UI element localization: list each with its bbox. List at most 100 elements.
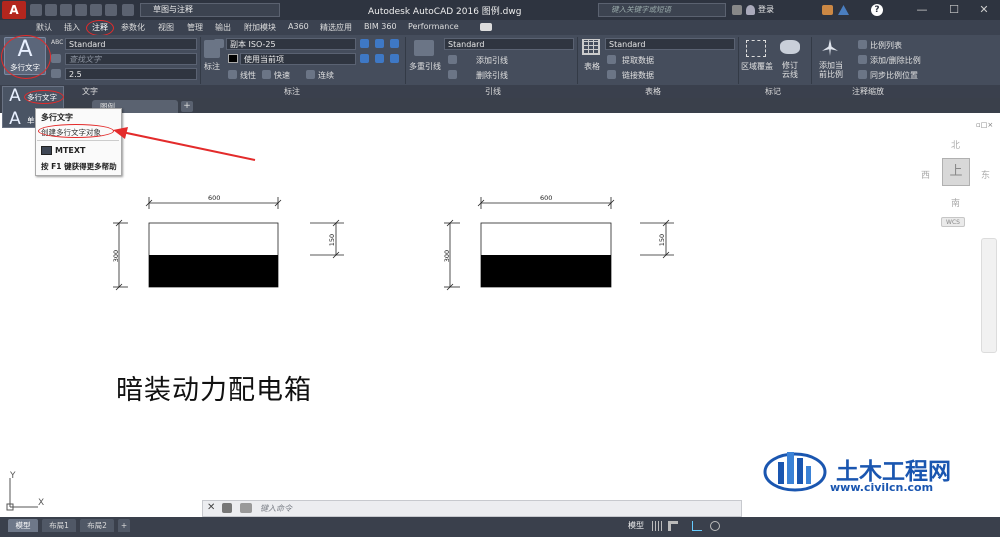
new-tab-button[interactable]: + — [181, 101, 193, 112]
multileader-button[interactable]: 多重引线 — [409, 61, 441, 72]
save-as-icon[interactable] — [75, 4, 87, 16]
link-data-button[interactable]: 链接数据 — [622, 70, 654, 81]
tab-layout1[interactable]: 布局1 — [42, 519, 76, 532]
add-remove-scale-icon — [858, 55, 867, 64]
dim-label-height: 300 — [443, 249, 452, 263]
panel-separator — [738, 37, 739, 84]
panel-title-leaders[interactable]: 引线 — [485, 86, 501, 97]
add-remove-scale-button[interactable]: 添加/删除比例 — [870, 55, 921, 66]
remove-leader-button[interactable]: 删除引线 — [476, 70, 508, 81]
dim-style-select[interactable]: 副本 ISO-25 — [226, 38, 356, 50]
ortho-icon[interactable] — [692, 521, 702, 531]
table-style-select[interactable]: Standard — [605, 38, 735, 50]
panel-title-text[interactable]: 文字 — [82, 86, 98, 97]
add-current-scale-button[interactable]: 添加当前比例 — [816, 61, 846, 79]
login-button[interactable]: 登录 — [758, 4, 774, 15]
model-space-button[interactable]: 模型 — [628, 520, 644, 531]
tab-view[interactable]: 视图 — [158, 22, 174, 33]
close-window-button[interactable]: ✕ — [966, 0, 1000, 20]
linear-button[interactable]: 线性 — [240, 70, 256, 81]
close-command-line-icon[interactable]: ✕ — [207, 502, 215, 513]
binoculars-icon[interactable] — [732, 5, 742, 15]
panel-title-markup[interactable]: 标记 — [765, 86, 781, 97]
viewport-window-controls-icon[interactable]: ▫□× — [976, 121, 996, 129]
add-layout-button[interactable]: + — [118, 519, 130, 532]
dim-label-width: 600 — [208, 194, 221, 202]
panel-title-tables[interactable]: 表格 — [645, 86, 661, 97]
exchange-icon[interactable] — [822, 5, 833, 15]
command-input[interactable]: 键入命令 — [260, 503, 292, 514]
user-icon — [746, 5, 755, 15]
workspace-select[interactable]: 草图与注释 — [140, 3, 280, 17]
search-input[interactable]: 键入关键字或短语 — [598, 3, 726, 17]
dim-tool-5-icon[interactable] — [375, 54, 384, 63]
undo-icon[interactable] — [105, 4, 117, 16]
status-bar — [0, 517, 1000, 537]
navigation-bar[interactable] — [981, 238, 997, 353]
tab-a360[interactable]: A360 — [288, 22, 309, 31]
sync-scale-button[interactable]: 同步比例位置 — [870, 70, 918, 81]
tab-addins[interactable]: 附加模块 — [244, 22, 276, 33]
dim-label-half-height: 150 — [658, 233, 667, 247]
new-file-icon[interactable] — [30, 4, 42, 16]
help-icon[interactable]: ? — [871, 4, 883, 16]
spell-check-icon[interactable] — [51, 54, 61, 63]
panel-separator — [577, 37, 578, 84]
tab-layout2[interactable]: 布局2 — [80, 519, 114, 532]
tab-performance[interactable]: Performance — [408, 22, 459, 31]
polar-icon[interactable] — [710, 521, 720, 531]
table-button[interactable]: 表格 — [584, 61, 600, 72]
redo-icon[interactable] — [122, 4, 134, 16]
dim-tool-4-icon[interactable] — [360, 54, 369, 63]
save-icon[interactable] — [60, 4, 72, 16]
recent-commands-icon[interactable] — [240, 503, 252, 513]
wipeout-button[interactable]: 区域覆盖 — [741, 61, 773, 72]
panel-title-dimensions[interactable]: 标注 — [284, 86, 300, 97]
revision-cloud-button[interactable]: 修订云线 — [782, 61, 798, 79]
multileader-icon[interactable] — [414, 40, 434, 56]
dim-tool-3-icon[interactable] — [390, 39, 399, 48]
quick-dim-button[interactable]: 快速 — [274, 70, 290, 81]
viewcube-south[interactable]: 南 — [951, 196, 960, 209]
viewcube-west[interactable]: 西 — [921, 168, 930, 181]
tab-default[interactable]: 默认 — [36, 22, 52, 33]
dimension-button[interactable]: 标注 — [204, 61, 220, 72]
tab-bim360[interactable]: BIM 360 — [364, 22, 397, 31]
wcs-menu[interactable]: WCS — [941, 217, 965, 227]
continue-dim-button[interactable]: 连续 — [318, 70, 334, 81]
viewcube-east[interactable]: 东 — [981, 168, 990, 181]
wipeout-icon[interactable] — [746, 40, 766, 57]
leader-style-select[interactable]: Standard — [444, 38, 574, 50]
viewcube-north[interactable]: 北 — [951, 138, 960, 151]
ribbon-options-icon[interactable] — [480, 23, 492, 31]
minimize-button[interactable]: — — [904, 0, 940, 20]
dim-tool-2-icon[interactable] — [375, 39, 384, 48]
tab-featured-apps[interactable]: 精选应用 — [320, 22, 352, 33]
open-file-icon[interactable] — [45, 4, 57, 16]
scale-list-button[interactable]: 比例列表 — [870, 40, 902, 51]
extract-data-button[interactable]: 提取数据 — [622, 55, 654, 66]
find-text-input[interactable]: 查找文字 — [65, 53, 197, 65]
text-height-select[interactable]: 2.5 — [65, 68, 197, 80]
revision-cloud-icon[interactable] — [780, 40, 800, 54]
table-icon[interactable] — [582, 39, 600, 55]
dim-layer-select[interactable]: 使用当前项 — [240, 53, 356, 65]
add-leader-button[interactable]: 添加引线 — [476, 55, 508, 66]
customize-icon[interactable] — [222, 503, 232, 513]
annotation-arrow-icon — [113, 127, 256, 161]
dim-tool-6-icon[interactable] — [390, 54, 399, 63]
drawing-caption[interactable]: 暗装动力配电箱 — [116, 368, 312, 407]
plot-icon[interactable] — [90, 4, 102, 16]
tab-output[interactable]: 输出 — [215, 22, 231, 33]
text-style-select[interactable]: Standard — [65, 38, 197, 50]
dim-label-height: 300 — [112, 249, 121, 263]
application-menu-button[interactable]: A — [2, 1, 26, 19]
tab-model[interactable]: 模型 — [8, 519, 38, 532]
grid-icon[interactable] — [652, 521, 662, 531]
tab-insert[interactable]: 插入 — [64, 22, 80, 33]
tab-manage[interactable]: 管理 — [187, 22, 203, 33]
panel-title-annotation-scaling[interactable]: 注释缩放 — [852, 86, 884, 97]
dim-tool-1-icon[interactable] — [360, 39, 369, 48]
tab-parametric[interactable]: 参数化 — [121, 22, 145, 33]
viewcube-top-face[interactable]: 上 — [942, 158, 970, 186]
